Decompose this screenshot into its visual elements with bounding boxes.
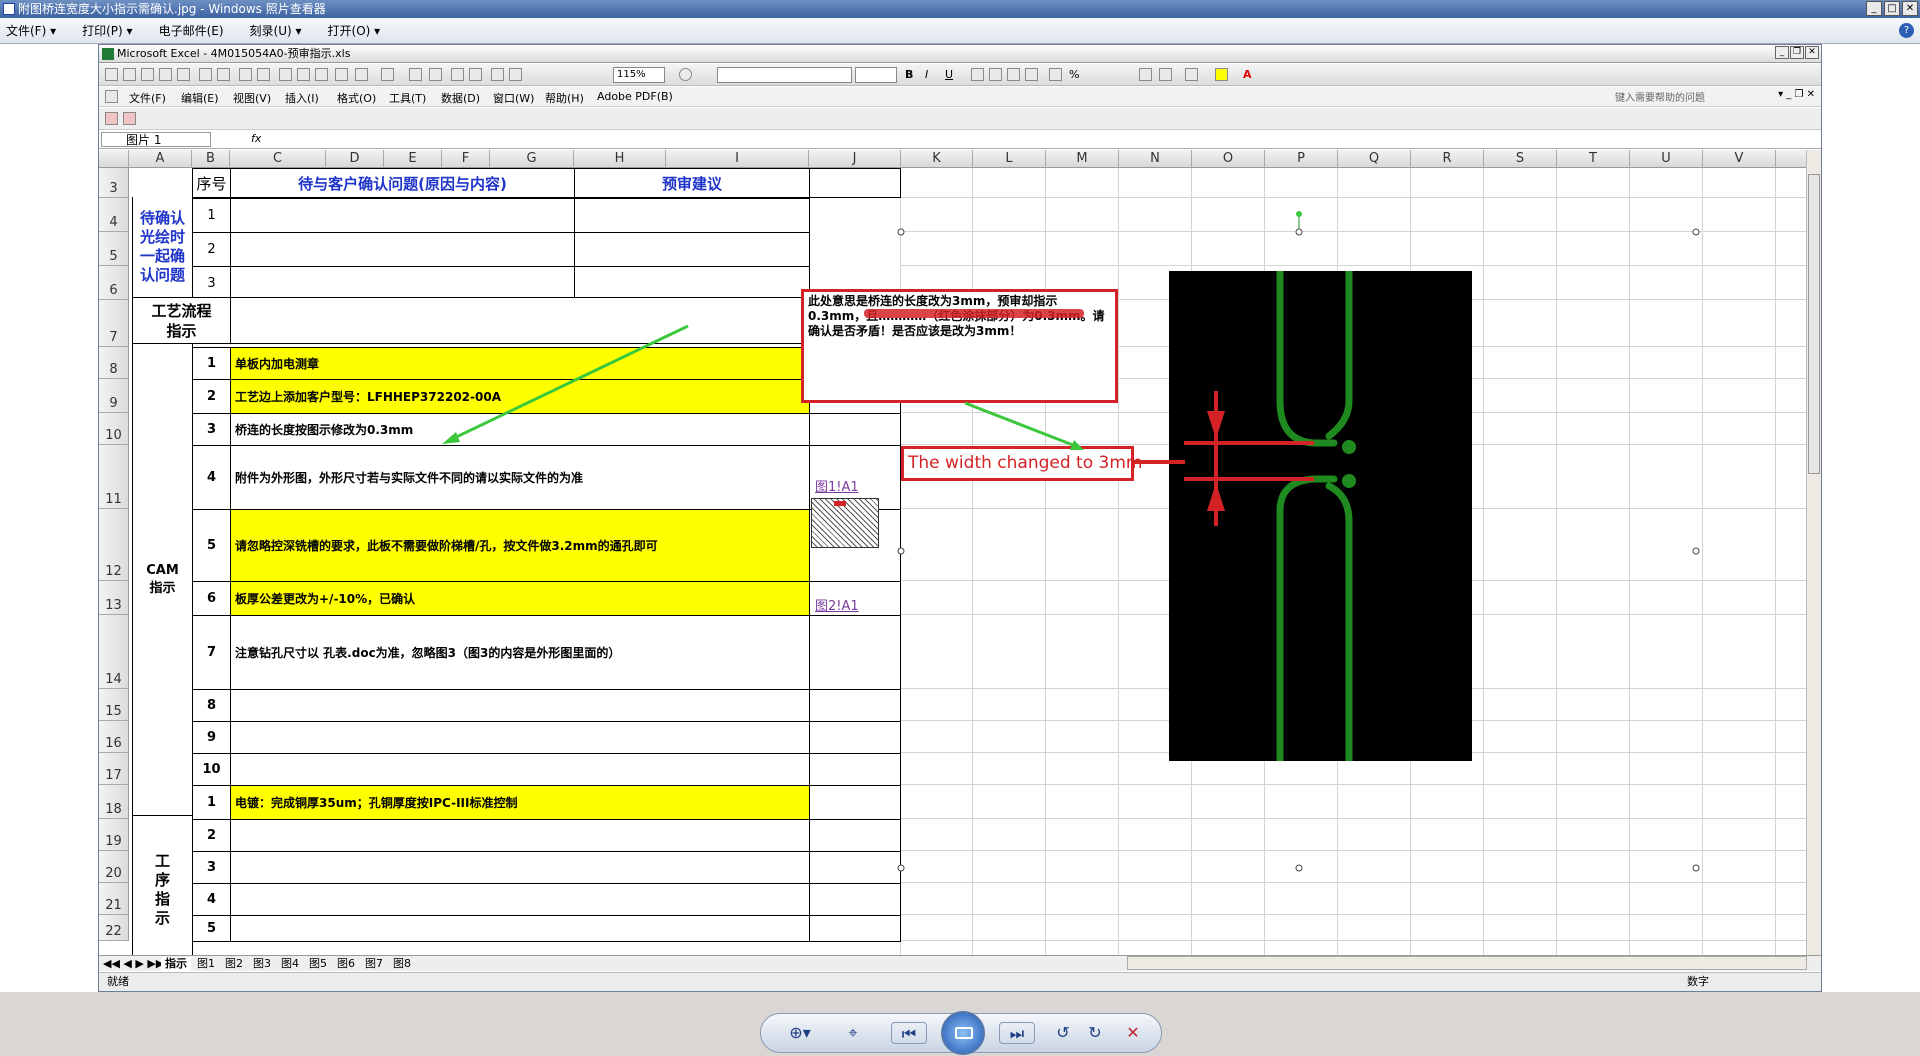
handle-s [1295,864,1303,872]
actual-size-icon[interactable]: ⌖ [841,1022,865,1044]
handle-n [1295,228,1303,236]
viewer-controls: ⊕▾ ⌖ ⏮ ⏭ ↺ ↻ ✕ [760,1011,1162,1055]
next-icon[interactable]: ⏭ [999,1022,1035,1044]
rotate-clockwise-icon[interactable]: ↻ [1083,1022,1107,1044]
rotate-handle [1296,211,1302,217]
green-arrow-right [964,401,1079,449]
green-arrowhead-left [442,432,460,444]
green-arrow-left [447,324,689,443]
green-arrowhead-right [1070,440,1084,450]
delete-icon[interactable]: ✕ [1121,1022,1145,1044]
handle-w [897,547,905,555]
previous-icon[interactable]: ⏮ [891,1022,927,1044]
handle-sw [897,864,905,872]
handle-ne [1692,228,1700,236]
handle-se [1692,864,1700,872]
handle-e [1692,547,1700,555]
handle-nw [897,228,905,236]
slideshow-icon [955,1027,973,1039]
annotation-arrows [442,211,1700,872]
zoom-icon[interactable]: ⊕▾ [785,1022,815,1044]
rotate-counterclockwise-icon[interactable]: ↺ [1051,1022,1075,1044]
slideshow-button[interactable] [941,1011,985,1055]
